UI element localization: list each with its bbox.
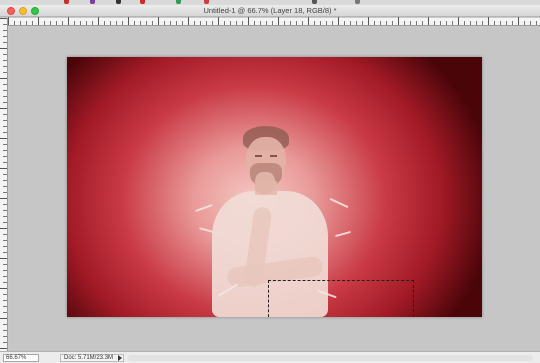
document-canvas[interactable] <box>67 57 482 317</box>
zoom-level-field[interactable]: 66.67% <box>3 354 39 362</box>
window-title-bar: Untitled-1 @ 66.7% (Layer 18, RGB/8) * <box>0 5 540 17</box>
tab-favicon[interactable] <box>116 0 121 4</box>
status-bar: 66.67% Doc: 5.71M/23.3M <box>0 351 540 363</box>
photo-layer <box>67 57 482 317</box>
ruler-major-ticks <box>8 17 540 25</box>
brush-wisp <box>335 230 351 238</box>
brush-wisp <box>329 197 349 209</box>
brush-wisp <box>198 227 214 233</box>
tab-favicon[interactable] <box>176 0 181 4</box>
tab-favicon[interactable] <box>64 0 69 4</box>
vertical-ruler[interactable] <box>0 18 8 351</box>
figure-eye <box>270 155 277 157</box>
brush-wisp <box>195 203 213 213</box>
figure-eye <box>255 155 262 157</box>
horizontal-ruler[interactable] <box>8 17 540 26</box>
marquee-selection[interactable] <box>268 280 414 317</box>
tab-favicon[interactable] <box>204 0 209 4</box>
tab-favicon[interactable] <box>140 0 145 4</box>
ruler-major-ticks <box>0 18 7 351</box>
tab-favicon[interactable] <box>90 0 95 4</box>
figure-fist <box>255 172 275 194</box>
status-menu-arrow-icon[interactable] <box>118 355 122 361</box>
document-title: Untitled-1 @ 66.7% (Layer 18, RGB/8) * <box>203 6 337 15</box>
tab-favicon[interactable] <box>355 0 360 4</box>
horizontal-scrollbar[interactable] <box>128 355 533 361</box>
tab-favicon[interactable] <box>312 0 317 4</box>
document-info[interactable]: Doc: 5.71M/23.3M <box>60 354 124 362</box>
